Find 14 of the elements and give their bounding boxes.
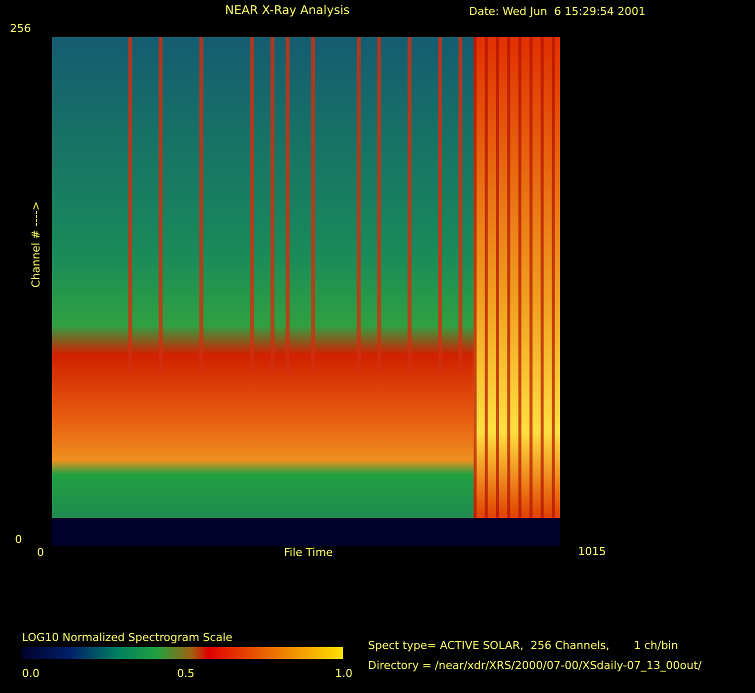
axis-tick-label: 0 — [15, 533, 22, 546]
colorbar-tick-label: 0.0 — [22, 667, 40, 680]
colorbar-title: LOG10 Normalized Spectrogram Scale — [22, 631, 232, 644]
axis-tick-label: 1015 — [578, 545, 606, 558]
axis-tick-label: 0 — [37, 546, 44, 559]
colorbar-tick-label: 1.0 — [335, 667, 352, 680]
spectrum-type-label: Spect type= ACTIVE SOLAR, 256 Channels, 1 ch/bin — [368, 639, 678, 652]
axis-tick-label: 256 — [10, 22, 31, 35]
axis-title: Channel # ----> — [30, 201, 43, 288]
colorbar-tick-label: 0.5 — [177, 667, 194, 680]
plot-title: NEAR X-Ray Analysis — [225, 4, 350, 17]
date-label: Date: Wed Jun 6 15:29:54 2001 — [469, 5, 646, 18]
directory-label: Directory = /near/xdr/XRS/2000/07-00/XSdaily-07_13_00out/ — [368, 659, 702, 672]
axis-title: File Time — [284, 546, 333, 559]
